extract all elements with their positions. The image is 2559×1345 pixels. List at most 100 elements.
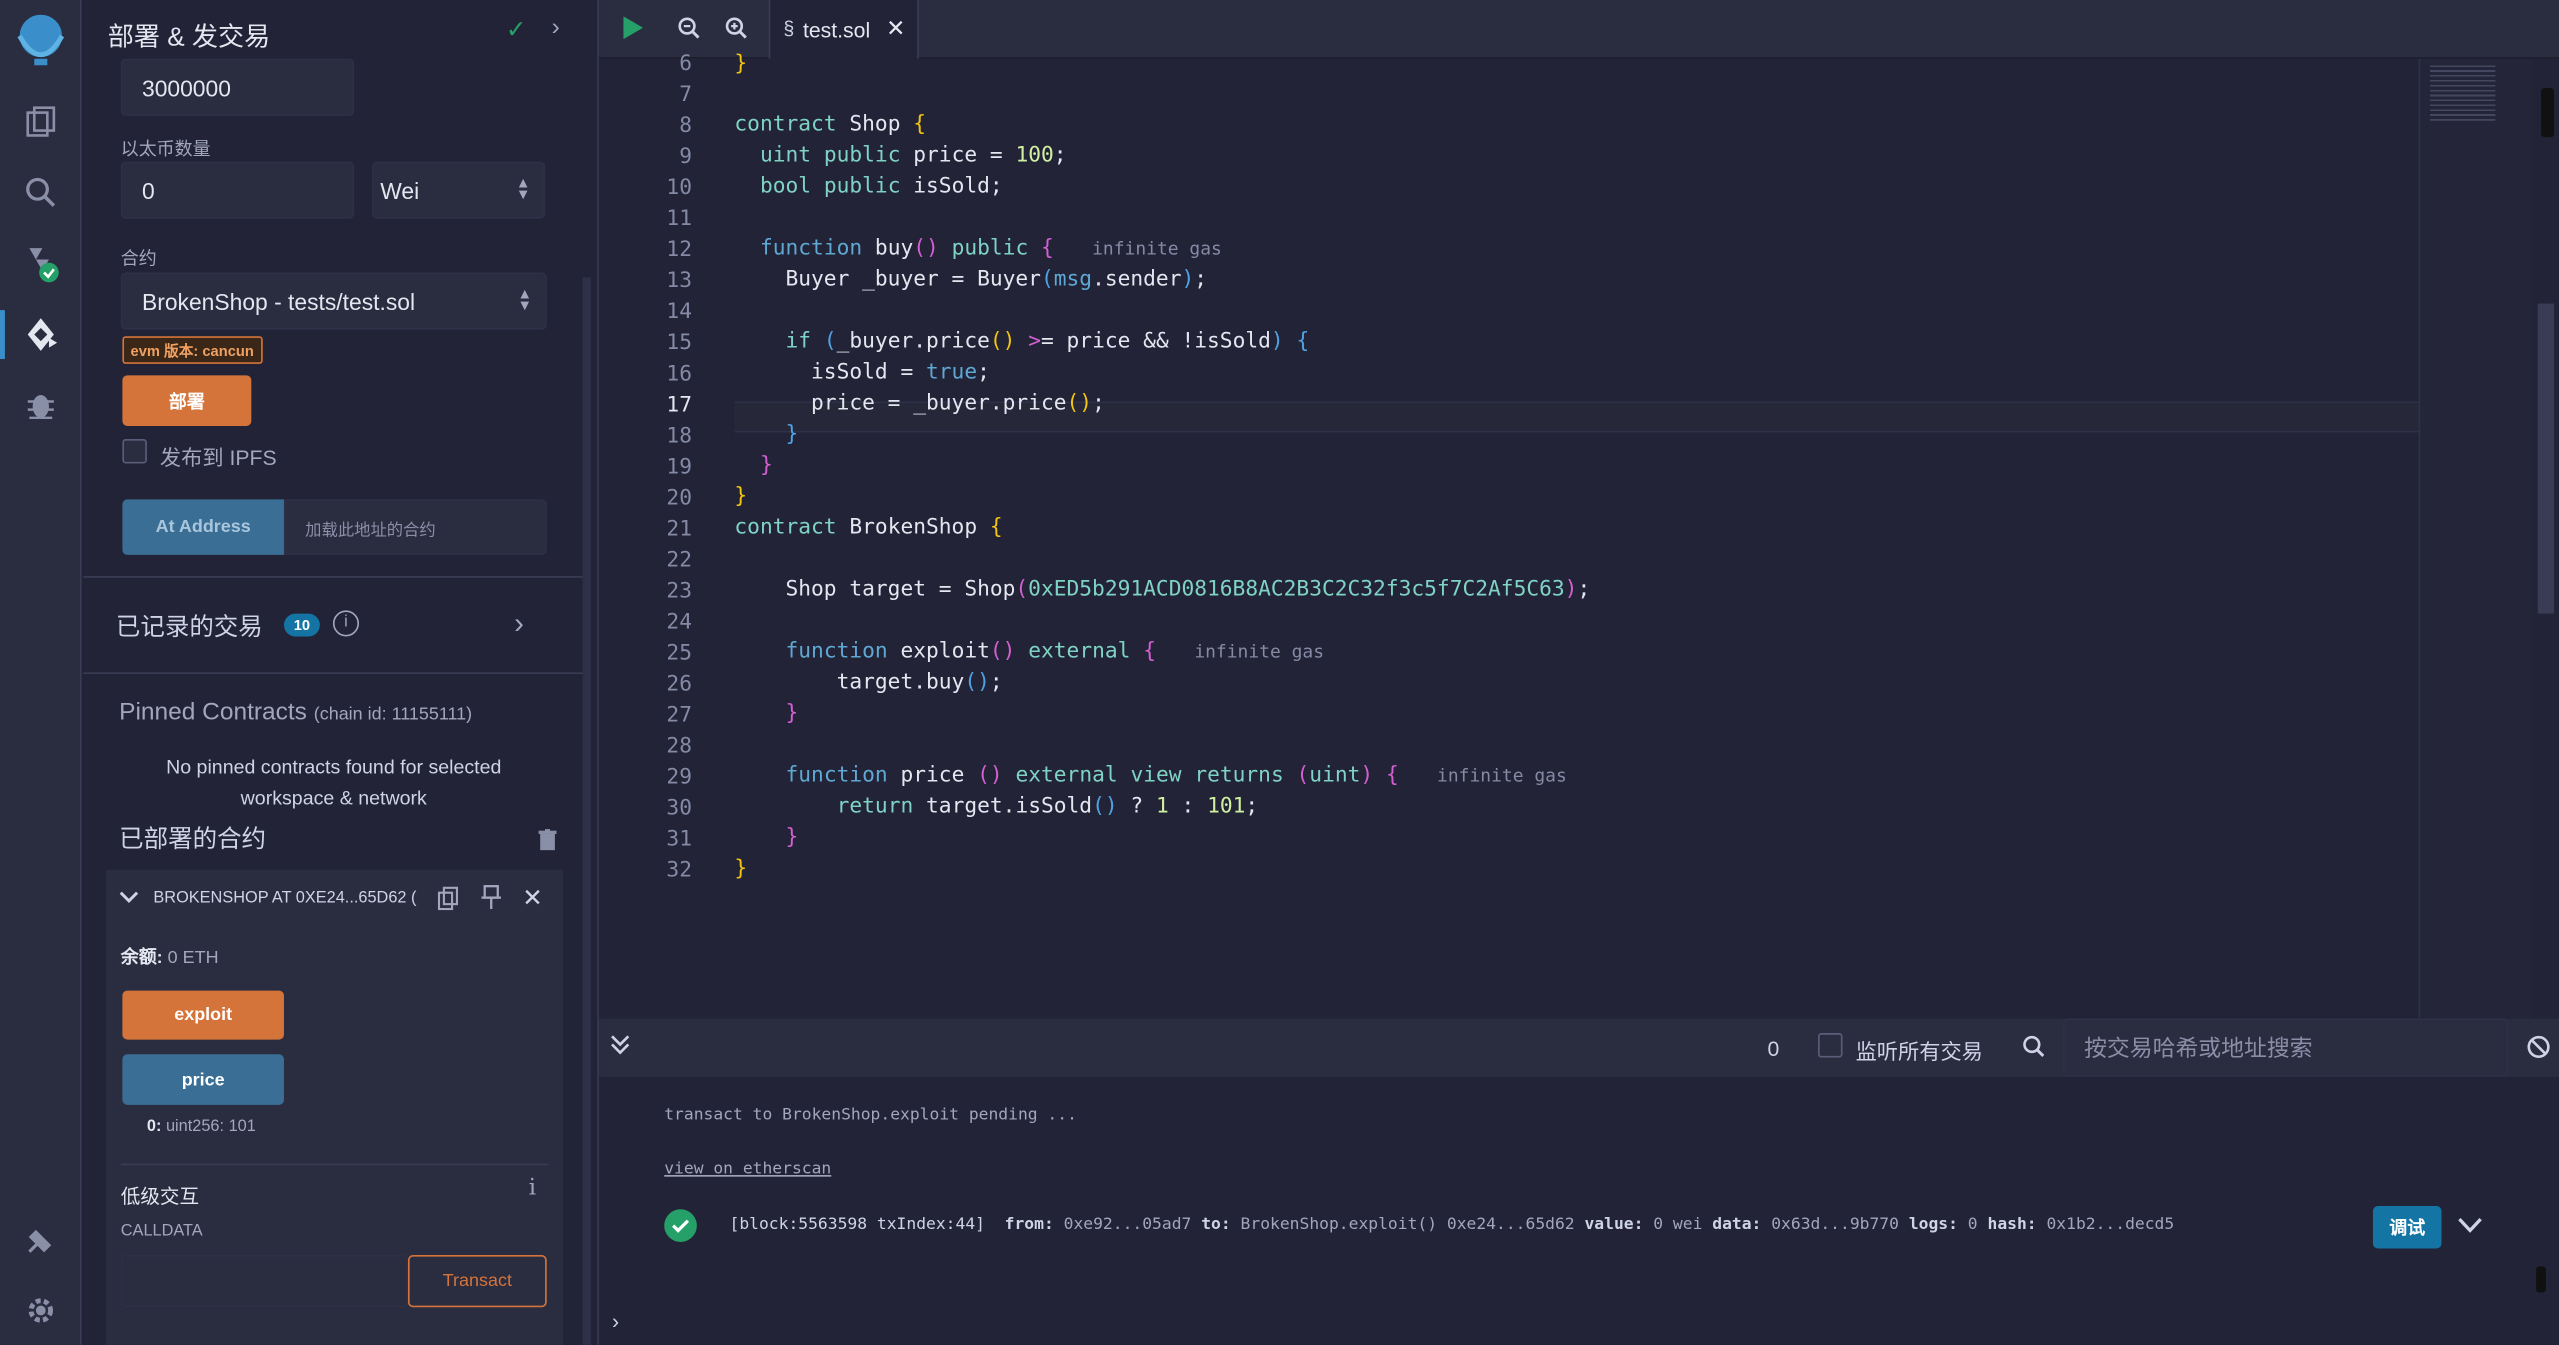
gas-limit-input[interactable]: 3000000 (120, 58, 355, 116)
value-unit-select[interactable]: Wei ▲ ▼ (372, 161, 546, 219)
tx-hash-value: 0x1b2...decd5 (2046, 1215, 2175, 1234)
at-address-button[interactable]: At Address (122, 499, 284, 555)
balance-value: 0 ETH (167, 948, 219, 968)
line-number: 21 (666, 517, 692, 542)
code-line: Shop target = Shop(0xED5b291ACD0816B8AC2… (734, 577, 1591, 603)
code-line: target.buy(); (734, 670, 1003, 696)
etherscan-link[interactable]: view on etherscan (664, 1160, 831, 1178)
publish-ipfs-checkbox[interactable] (122, 439, 147, 464)
info-icon[interactable]: i (332, 610, 360, 637)
tab-test-sol[interactable]: § test.sol ✕ (768, 0, 919, 59)
value-label: 以太币数量 (120, 140, 211, 160)
zoom-in-icon[interactable] (725, 16, 748, 47)
tx-logs-key: logs: (1908, 1215, 1958, 1234)
pinned-empty-line-2: workspace & network (240, 786, 427, 810)
instance-title[interactable]: BROKENSHOP AT 0XE24...65D62 ( (153, 889, 422, 907)
run-play-icon[interactable] (622, 15, 645, 49)
recorded-tx-label: 已记录的交易 (115, 613, 263, 642)
code-line: contract BrokenShop { (734, 515, 1003, 541)
check-icon: ✓ (505, 16, 527, 45)
code-editor[interactable]: 6 7 8 9 10 11 12 13 14 15 16 17 18 19 20 21 22 23 24 25 26 27… (598, 52, 2559, 1019)
debug-button[interactable]: 调试 (2372, 1206, 2442, 1249)
terminal-scrollbar[interactable] (2536, 1266, 2546, 1293)
recorded-tx-count-badge: 10 (283, 613, 320, 637)
line-number: 15 (666, 331, 692, 356)
file-explorer-icon[interactable] (16, 98, 65, 147)
evm-version-badge: evm 版本: cancun (122, 336, 262, 364)
collapse-terminal-icon[interactable] (610, 1033, 630, 1064)
line-number: 17 (666, 393, 692, 418)
chevron-right-icon[interactable]: › (552, 13, 560, 41)
solidity-file-icon: § (783, 16, 795, 40)
line-number: 14 (666, 300, 692, 325)
at-address-input[interactable]: 加载此地址的合约 (283, 499, 547, 555)
close-icon[interactable]: ✕ (522, 883, 543, 913)
listen-all-checkbox[interactable] (1818, 1033, 1843, 1058)
calldata-input[interactable] (120, 1255, 408, 1308)
info-icon[interactable]: i (529, 1175, 536, 1201)
deploy-button[interactable]: 部署 (122, 375, 252, 426)
line-number: 23 (666, 579, 692, 604)
line-number: 27 (666, 703, 692, 728)
terminal-output: transact to BrokenShop.exploit pending .… (598, 1077, 2559, 1345)
terminal-prompt-icon[interactable]: › (612, 1309, 619, 1333)
code-line: } (785, 825, 799, 851)
copy-icon[interactable] (437, 886, 460, 915)
code-line: return target.isSold() ? 1 : 101; (836, 794, 1259, 820)
line-number-gutter: 6 7 8 9 10 11 12 13 14 15 16 17 18 19 20 21 22 23 24 25 26 27… (598, 52, 733, 1019)
code-line: function price () external view returns … (785, 763, 1567, 789)
select-arrows-icon: ▲ ▼ (517, 285, 533, 314)
expand-tx-icon[interactable] (2458, 1217, 2482, 1238)
tx-success-icon (664, 1209, 697, 1242)
line-number: 10 (666, 176, 692, 201)
tx-search-input[interactable]: 按交易哈希或地址搜索 (2062, 1018, 2509, 1078)
gas-estimate-3: infinite gas (1437, 765, 1567, 787)
icon-bar (0, 0, 82, 1345)
pending-tx-count: 0 (1767, 1036, 1780, 1061)
remix-logo-icon[interactable] (8, 7, 73, 72)
price-result: 0: uint256: 101 (147, 1118, 256, 1136)
code-line: if (_buyer.price() >= price && !isSold) … (785, 329, 1310, 355)
tx-summary[interactable]: [block:5563598 txIndex:44] from: 0xe92..… (730, 1216, 2175, 1234)
panel-scrollbar[interactable] (582, 277, 591, 1345)
listen-all-label: 监听所有交易 (1855, 1039, 1983, 1065)
line-number: 12 (666, 238, 692, 263)
scroll-thumb[interactable] (2541, 88, 2555, 138)
tx-value-key: value: (1584, 1215, 1644, 1234)
price-result-value: uint256: 101 (165, 1117, 256, 1136)
pinned-title: Pinned Contracts (chain id: 11155111) (119, 698, 472, 726)
code-line: } (734, 52, 748, 77)
line-number: 19 (666, 455, 692, 480)
settings-gear-icon[interactable] (16, 1286, 65, 1335)
exploit-button[interactable]: exploit (122, 990, 284, 1040)
code-line: } (734, 484, 748, 510)
plugin-manager-icon[interactable] (16, 1216, 65, 1265)
pin-icon[interactable] (480, 885, 503, 916)
divider (120, 1163, 549, 1166)
zoom-out-icon[interactable] (677, 16, 700, 47)
chevron-down-icon[interactable] (119, 886, 139, 909)
close-tab-icon[interactable]: ✕ (886, 15, 905, 43)
deployed-contracts-title: 已部署的合约 (119, 825, 267, 854)
gas-estimate-2: infinite gas (1194, 641, 1325, 663)
minimap[interactable] (2418, 58, 2533, 1019)
contract-select[interactable]: BrokenShop - tests/test.sol ▲ ▼ (120, 272, 547, 330)
divider (83, 576, 585, 578)
tx-logs-value: 0 (1967, 1215, 1978, 1234)
code-line: } (785, 701, 799, 727)
clear-console-icon[interactable] (2526, 1035, 2550, 1068)
line-number: 30 (666, 796, 692, 821)
solidity-compiler-icon[interactable] (16, 238, 65, 287)
editor-scrollbar[interactable] (2537, 303, 2555, 614)
search-icon[interactable] (16, 168, 65, 217)
value-amount-input[interactable]: 0 (120, 161, 355, 219)
code-line: price = _buyer.price(); (734, 391, 1105, 417)
trash-icon[interactable] (538, 829, 557, 855)
chevron-right-icon[interactable]: › (514, 607, 524, 641)
line-number: 24 (666, 610, 692, 635)
transact-button[interactable]: Transact (408, 1255, 547, 1308)
line-number: 8 (679, 114, 692, 139)
price-button[interactable]: price (122, 1054, 284, 1105)
deploy-run-icon[interactable] (16, 310, 65, 359)
debugger-icon[interactable] (16, 380, 65, 429)
